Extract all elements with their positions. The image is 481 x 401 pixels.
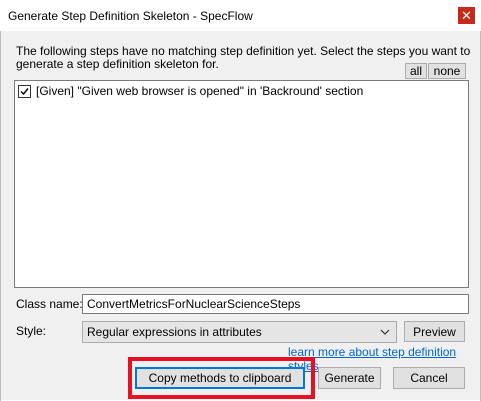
chevron-down-icon xyxy=(380,326,390,340)
close-button[interactable]: ✕ xyxy=(458,7,475,24)
style-select[interactable]: Regular expressions in attributes xyxy=(82,321,397,343)
instructions-text: The following steps have no matching ste… xyxy=(16,44,471,71)
style-label: Style: xyxy=(16,324,47,338)
close-icon: ✕ xyxy=(461,8,472,23)
highlight-annotation xyxy=(128,357,315,399)
class-name-label: Class name: xyxy=(16,297,83,311)
checkmark-icon xyxy=(20,87,29,95)
step-text: [Given] "Given web browser is opened" in… xyxy=(36,84,364,98)
select-none-button[interactable]: none xyxy=(428,63,466,79)
title-bar: Generate Step Definition Skeleton - Spec… xyxy=(0,0,481,31)
step-checkbox[interactable] xyxy=(18,84,31,98)
steps-list[interactable]: [Given] "Given web browser is opened" in… xyxy=(14,80,469,288)
select-all-button[interactable]: all xyxy=(405,63,427,79)
class-name-input[interactable]: ConvertMetricsForNuclearScienceSteps xyxy=(82,294,469,314)
cancel-button[interactable]: Cancel xyxy=(393,367,465,389)
preview-button[interactable]: Preview xyxy=(404,321,465,342)
style-selected-value: Regular expressions in attributes xyxy=(87,325,262,339)
list-item[interactable]: [Given] "Given web browser is opened" in… xyxy=(18,84,363,98)
generate-button[interactable]: Generate xyxy=(318,367,381,389)
window-title: Generate Step Definition Skeleton - Spec… xyxy=(8,9,253,23)
